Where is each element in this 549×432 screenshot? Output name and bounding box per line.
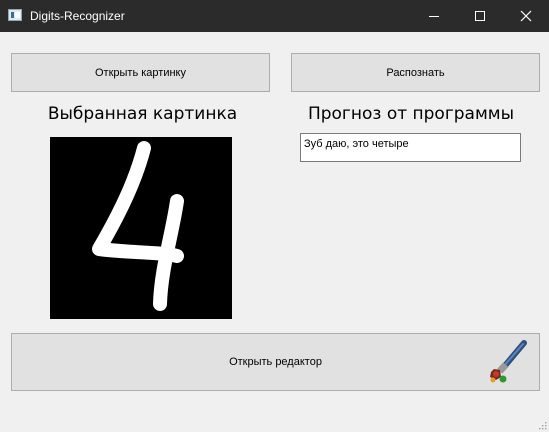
open-editor-button[interactable]: Открыть редактор	[11, 333, 540, 391]
app-icon	[8, 9, 22, 21]
selected-digit-image	[50, 137, 232, 319]
prediction-output-field[interactable]: Зуб даю, это четыре	[300, 133, 521, 162]
handwritten-digit-four	[92, 141, 184, 311]
resize-grip-icon[interactable]	[538, 421, 547, 430]
maximize-icon	[475, 11, 485, 21]
recognize-button[interactable]: Распознать	[291, 53, 540, 92]
close-button[interactable]	[503, 0, 549, 32]
maximize-button[interactable]	[457, 0, 503, 32]
window-title: Digits-Recognizer	[30, 9, 125, 23]
paintbrush-icon[interactable]	[486, 339, 530, 385]
minimize-icon	[429, 16, 439, 17]
close-icon	[520, 10, 532, 22]
selected-image-heading: Выбранная картинка	[47, 104, 238, 124]
minimize-button[interactable]	[411, 0, 457, 32]
title-bar[interactable]: Digits-Recognizer	[0, 0, 549, 32]
open-editor-label: Открыть редактор	[229, 356, 322, 368]
open-image-button[interactable]: Открыть картинку	[11, 53, 270, 92]
prediction-heading: Прогноз от программы	[307, 104, 515, 124]
